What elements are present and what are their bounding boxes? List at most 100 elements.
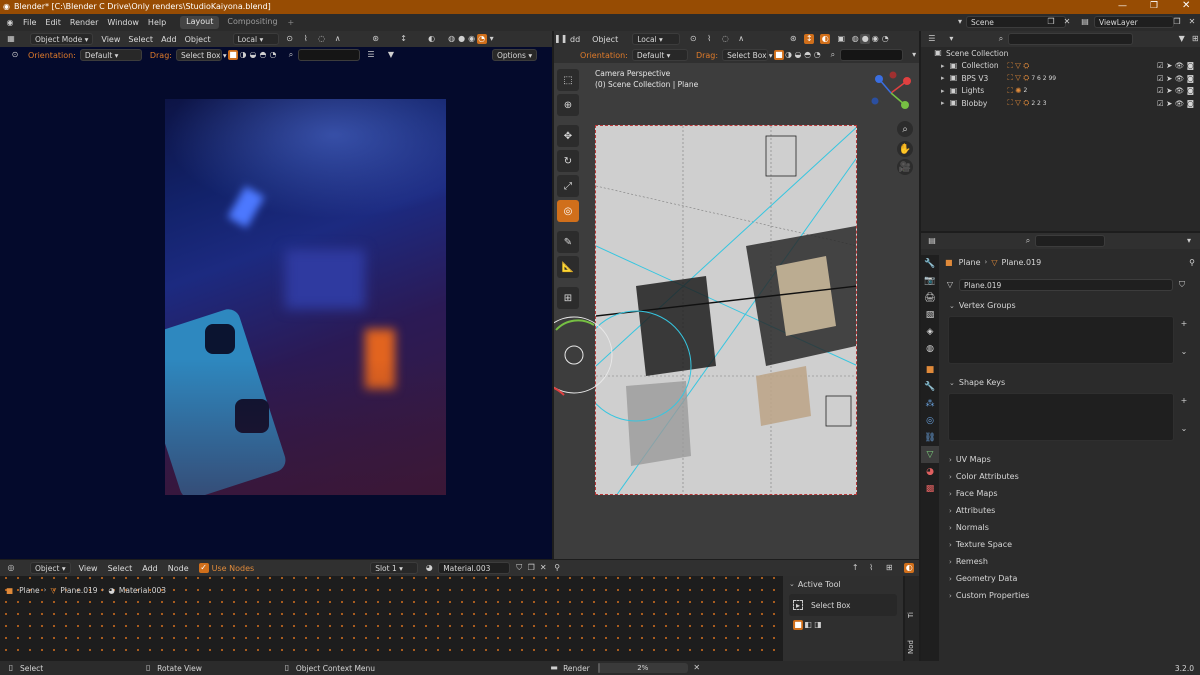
node-menu-node[interactable]: Node bbox=[168, 564, 189, 573]
shading-wireframe-icon-right[interactable]: ◍ bbox=[850, 34, 860, 44]
proportional-icon[interactable]: ◌ bbox=[317, 34, 327, 44]
scale-tool-icon[interactable]: ⤢ bbox=[557, 175, 579, 197]
select-mode-subtract-icon[interactable]: ◒ bbox=[248, 50, 258, 60]
mesh-name-field[interactable]: Plane.019 bbox=[959, 279, 1173, 291]
drag-selector[interactable]: Select Box ▾ bbox=[175, 49, 227, 61]
mesh-browse-icon[interactable]: ▽ bbox=[945, 280, 955, 290]
add-vertex-group-icon[interactable]: + bbox=[1179, 319, 1189, 329]
vertex-groups-list[interactable] bbox=[948, 316, 1174, 364]
menu-file[interactable]: File bbox=[23, 18, 36, 27]
copy-viewlayer-icon[interactable]: ❐ bbox=[1172, 17, 1182, 27]
menu-window[interactable]: Window bbox=[107, 18, 139, 27]
viewport-search-input[interactable] bbox=[297, 49, 360, 61]
node-editor-type-icon[interactable]: ◎ bbox=[6, 563, 16, 573]
active-tool-header[interactable]: ⌄ Active Tool bbox=[783, 576, 903, 592]
camera-render-frame[interactable] bbox=[165, 99, 446, 495]
section-normals[interactable]: › Normals bbox=[945, 519, 1195, 536]
scene-icon[interactable]: ▾ bbox=[955, 17, 965, 27]
node-snap-icon[interactable]: ⌇ bbox=[866, 563, 876, 573]
section-header[interactable]: ⌄ Vertex Groups bbox=[945, 297, 1195, 314]
shading-material-icon-right[interactable]: ◉ bbox=[870, 34, 880, 44]
outliner-search-input[interactable] bbox=[1007, 33, 1133, 45]
pivot-icon-right[interactable]: ⊙ bbox=[688, 34, 698, 44]
viewlayer-selector[interactable]: ViewLayer bbox=[1094, 16, 1174, 28]
select-mode-new-icon-right[interactable]: ■ bbox=[774, 50, 784, 60]
annotate-tool-icon[interactable]: ✎ bbox=[557, 231, 579, 253]
node-menu-add[interactable]: Add bbox=[142, 564, 158, 573]
node-menu-select[interactable]: Select bbox=[108, 564, 133, 573]
material-browse-icon[interactable]: ◕ bbox=[424, 563, 434, 573]
menu-object-right[interactable]: Object bbox=[592, 35, 618, 44]
menu-object[interactable]: Object bbox=[185, 35, 211, 44]
copy-scene-icon[interactable]: ❐ bbox=[1046, 17, 1056, 27]
menu-help[interactable]: Help bbox=[148, 18, 166, 27]
constraints-tab-icon[interactable]: ⛓ bbox=[921, 429, 939, 446]
orientation-selector-right[interactable]: Default ▾ bbox=[631, 49, 688, 61]
gizmo-icon[interactable]: ↕ bbox=[399, 34, 409, 44]
active-tool-item[interactable]: ▸ Select Box bbox=[789, 594, 897, 616]
rotate-tool-icon[interactable]: ↻ bbox=[557, 150, 579, 172]
delete-scene-icon[interactable]: ✕ bbox=[1062, 17, 1072, 27]
select-mode-extend-icon-right[interactable]: ◑ bbox=[784, 50, 794, 60]
pivot-icon[interactable]: ⊙ bbox=[285, 34, 295, 44]
falloff-icon-right[interactable]: ∧ bbox=[736, 34, 746, 44]
expand-arrow-icon[interactable]: ▸ bbox=[941, 62, 945, 70]
node-overlay-icon[interactable]: ◐ bbox=[904, 563, 915, 573]
menu-select[interactable]: Select bbox=[128, 35, 153, 44]
outliner-row[interactable]: ▸ ▣ Blobby ⛶ ▽ ⛭ 2 2 3 ☑ ➤ 👁 ◙ bbox=[921, 97, 1200, 110]
section-custom-properties[interactable]: › Custom Properties bbox=[945, 587, 1195, 604]
shape-keys-list[interactable] bbox=[948, 393, 1174, 441]
world-tab-icon[interactable]: ◍ bbox=[921, 340, 939, 357]
viewlayer-icon[interactable]: ▤ bbox=[1080, 17, 1090, 27]
mode-subtract-icon[interactable]: ◨ bbox=[813, 620, 823, 630]
delete-viewlayer-icon[interactable]: ✕ bbox=[1187, 17, 1197, 27]
tool-icon[interactable]: ⊙ bbox=[10, 50, 20, 60]
xray-icon[interactable]: ▣ bbox=[836, 34, 846, 44]
menu-add[interactable]: Add bbox=[161, 35, 177, 44]
mode-extend-icon[interactable]: ◧ bbox=[803, 620, 813, 630]
pause-icon[interactable]: ❚❚ bbox=[554, 34, 567, 44]
shading-options-icon[interactable]: ▾ bbox=[487, 34, 497, 44]
expand-arrow-icon[interactable]: ▸ bbox=[941, 99, 945, 107]
use-nodes-checkbox[interactable]: ✓ bbox=[198, 563, 209, 573]
options-button[interactable]: Options ▾ bbox=[491, 49, 538, 61]
search-icon-right[interactable]: ⌕ bbox=[828, 50, 838, 60]
gizmo-icon-right[interactable]: ↕ bbox=[804, 34, 815, 44]
texture-tab-icon[interactable]: ▩ bbox=[921, 480, 939, 497]
tab-layout[interactable]: Layout bbox=[180, 16, 220, 29]
row-visibility-icons[interactable]: ☑ ➤ 👁 ◙ bbox=[1157, 74, 1194, 83]
select-mode-new-icon[interactable]: ■ bbox=[227, 50, 238, 60]
section-geometry-data[interactable]: › Geometry Data bbox=[945, 570, 1195, 587]
node-parent-icon[interactable]: ↑ bbox=[850, 563, 860, 573]
falloff-icon[interactable]: ∧ bbox=[333, 34, 343, 44]
editor-type-icon[interactable]: ▦ bbox=[6, 34, 16, 44]
physics-tab-icon[interactable]: ◎ bbox=[921, 412, 939, 429]
fake-user-icon[interactable]: ⛉ bbox=[1177, 280, 1187, 290]
camera-view-icon[interactable]: 🎥 bbox=[897, 159, 913, 175]
blender-menu-icon[interactable]: ◉ bbox=[5, 18, 15, 28]
row-visibility-icons[interactable]: ☑ ➤ 👁 ◙ bbox=[1157, 61, 1194, 70]
filter-icon[interactable]: ▼ bbox=[386, 50, 396, 60]
zoom-icon[interactable]: ⌕ bbox=[897, 121, 913, 137]
section-texture-space[interactable]: › Texture Space bbox=[945, 536, 1195, 553]
outliner-display-icon[interactable]: ▾ bbox=[947, 34, 957, 44]
tab-compositing[interactable]: Compositing bbox=[221, 16, 283, 29]
shading-material-icon[interactable]: ◉ bbox=[467, 34, 477, 44]
section-face-maps[interactable]: › Face Maps bbox=[945, 485, 1195, 502]
row-visibility-icons[interactable]: ☑ ➤ 👁 ◙ bbox=[1157, 99, 1194, 108]
expand-arrow-icon[interactable]: ▸ bbox=[941, 74, 945, 82]
proportional-icon-right[interactable]: ◌ bbox=[720, 34, 730, 44]
particles-tab-icon[interactable]: ⁂ bbox=[921, 395, 939, 412]
sidebar-tab-node[interactable]: Nod bbox=[907, 640, 915, 654]
select-mode-subtract-icon-right[interactable]: ◒ bbox=[793, 50, 803, 60]
move-tool-icon[interactable]: ✥ bbox=[557, 125, 579, 147]
section-attributes[interactable]: › Attributes bbox=[945, 502, 1195, 519]
expand-arrow-icon[interactable]: ▸ bbox=[941, 87, 945, 95]
menu-edit[interactable]: Edit bbox=[45, 18, 61, 27]
section-header[interactable]: ⌄ Shape Keys bbox=[945, 374, 1195, 391]
cancel-render-icon[interactable]: ✕ bbox=[692, 663, 702, 673]
add-shape-key-icon[interactable]: + bbox=[1179, 396, 1189, 406]
maximize-icon[interactable]: ❐ bbox=[1150, 1, 1158, 11]
outliner-row[interactable]: ▸ ▣ Lights ⛶ ✺ 2 ☑ ➤ 👁 ◙ bbox=[921, 85, 1200, 98]
pin-icon[interactable]: ⚲ bbox=[1189, 258, 1195, 267]
